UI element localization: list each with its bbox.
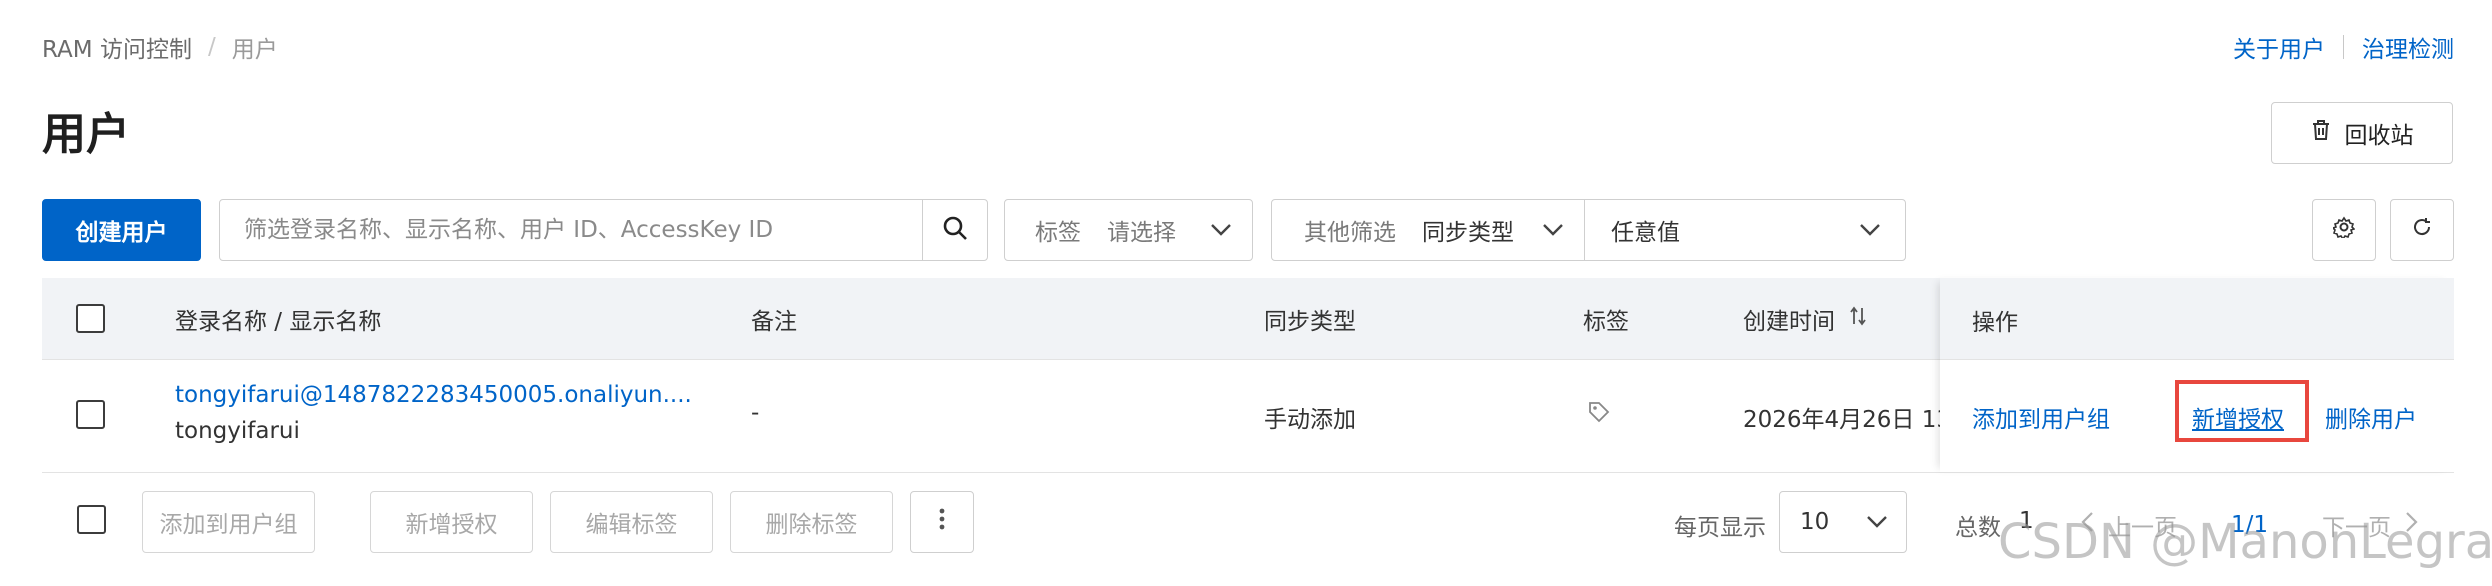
breadcrumb-root[interactable]: RAM 访问控制 [42, 30, 192, 64]
settings-button[interactable] [2312, 199, 2376, 261]
more-actions-button[interactable] [910, 491, 974, 553]
page-title: 用户 [42, 109, 130, 160]
bulk-grant-button[interactable]: 新增授权 [370, 491, 533, 553]
select-all-checkbox[interactable] [76, 304, 105, 333]
bulk-add-to-group-button[interactable]: 添加到用户组 [142, 491, 315, 553]
condition-value-select[interactable]: 任意值 [1584, 199, 1906, 261]
tag-filter-select[interactable]: 标签 请选择 [1004, 199, 1253, 261]
link-divider [2343, 35, 2344, 59]
actions-column: 操作 添加到用户组 新增授权 删除用户 [1940, 278, 2454, 472]
refresh-icon [2411, 216, 2433, 244]
header-actions: 操作 [1972, 310, 2018, 336]
add-to-group-link[interactable]: 添加到用户组 [1972, 400, 2110, 434]
row-checkbox[interactable] [76, 400, 105, 429]
bulk-delete-tags-button[interactable]: 删除标签 [730, 491, 893, 553]
breadcrumb: RAM 访问控制 / 用户 [42, 30, 278, 64]
chevron-down-icon [1866, 509, 1888, 535]
created-value: 2026年4月26日 13 [1743, 407, 1940, 433]
breadcrumb-current: 用户 [231, 37, 278, 63]
per-page-select[interactable]: 10 [1779, 491, 1907, 553]
header-created-label: 创建时间 [1743, 308, 1835, 335]
per-page-label: 每页显示 [1674, 515, 1766, 541]
chevron-down-icon [1210, 217, 1232, 243]
login-name-link[interactable]: tongyifarui@1487822283450005.onaliyun...… [175, 382, 692, 408]
note-value: - [751, 400, 760, 426]
gear-icon [2331, 216, 2356, 244]
tag-icon[interactable] [1587, 400, 1611, 430]
more-vertical-icon [939, 507, 945, 537]
chevron-down-icon [1859, 217, 1881, 243]
tag-filter-label: 标签 [1035, 220, 1081, 246]
create-user-button[interactable]: 创建用户 [42, 199, 201, 261]
recycle-bin-label: 回收站 [2344, 123, 2414, 149]
other-filter-label: 其他筛选 [1304, 220, 1396, 246]
header-tags: 标签 [1583, 308, 1629, 335]
delete-user-link[interactable]: 删除用户 [2325, 400, 2417, 434]
chevron-down-icon [1542, 217, 1564, 243]
search-input[interactable] [220, 200, 922, 260]
breadcrumb-separator: / [207, 34, 216, 60]
highlight-annotation [2175, 380, 2309, 442]
trash-icon [2311, 119, 2331, 147]
refresh-button[interactable] [2390, 199, 2454, 261]
header-created[interactable]: 创建时间 [1743, 278, 1867, 359]
other-filter-select[interactable]: 其他筛选 同步类型 [1271, 199, 1585, 261]
recycle-bin-button[interactable]: 回收站 [2271, 102, 2453, 164]
total-label: 总数 [1955, 515, 2001, 541]
about-users-link[interactable]: 关于用户 [2233, 30, 2325, 64]
header-note: 备注 [751, 308, 797, 335]
other-filter-value: 同步类型 [1422, 220, 1514, 246]
governance-link[interactable]: 治理检测 [2362, 30, 2454, 64]
sync-type-value: 手动添加 [1264, 407, 1356, 433]
search-button[interactable] [922, 200, 987, 260]
footer-select-all-checkbox[interactable] [77, 505, 106, 534]
tag-filter-value: 请选择 [1107, 220, 1176, 246]
condition-value: 任意值 [1611, 220, 1680, 246]
search-icon [942, 215, 968, 245]
watermark: CSDN @ManonLegrand [1998, 514, 2492, 570]
header-name: 登录名称 / 显示名称 [175, 308, 382, 335]
search-box [219, 199, 988, 261]
sort-icon[interactable] [1849, 306, 1867, 332]
users-table: 登录名称 / 显示名称 备注 同步类型 标签 创建时间 tongyifarui@… [42, 278, 2454, 473]
bulk-edit-tags-button[interactable]: 编辑标签 [550, 491, 713, 553]
per-page-value: 10 [1800, 509, 1830, 535]
header-sync-type: 同步类型 [1264, 308, 1356, 335]
top-links: 关于用户 治理检测 [2233, 30, 2454, 64]
display-name: tongyifarui [175, 418, 300, 444]
